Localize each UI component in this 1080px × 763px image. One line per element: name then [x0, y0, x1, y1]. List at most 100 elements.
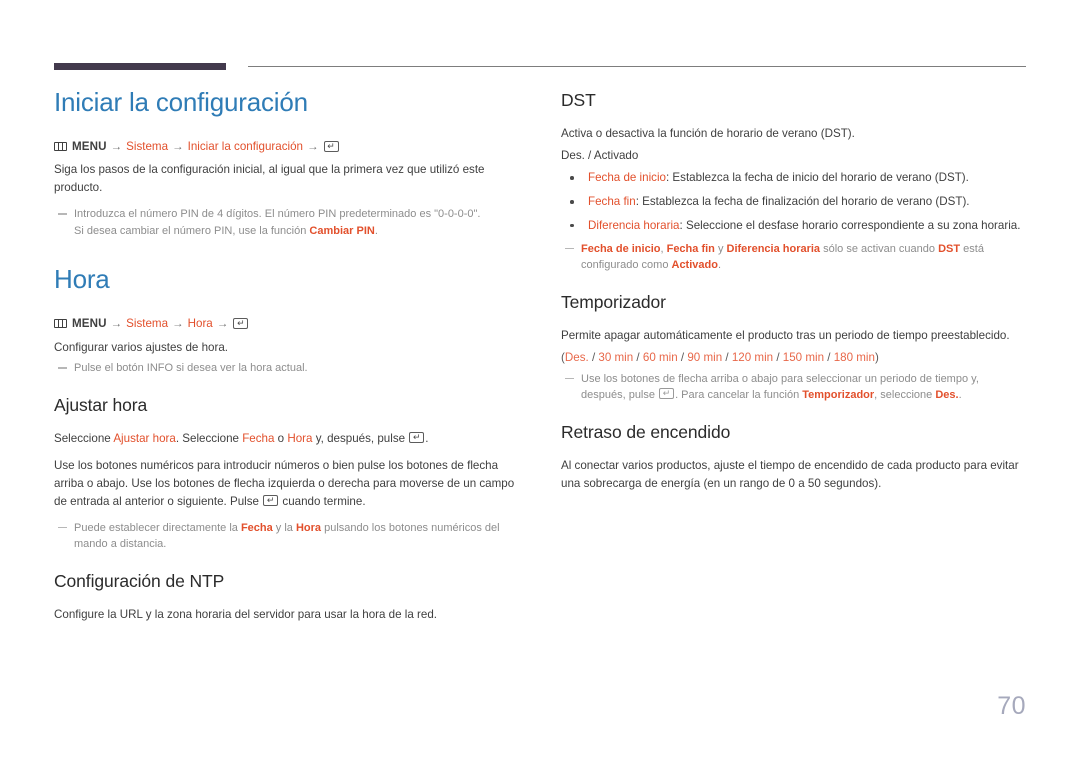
section-dst: DST Activa o desactiva la función de hor…: [561, 90, 1026, 274]
note-sep-5: .: [717, 259, 722, 272]
page-title: Iniciar la configuración: [54, 87, 308, 117]
note-pin: Introduzca el número PIN de 4 dígitos. E…: [54, 206, 519, 239]
path-segment-hora: Hora: [187, 317, 213, 331]
option-90min: 90 min: [687, 350, 723, 364]
option-180min: 180 min: [833, 350, 875, 364]
note-pin-line2-pre: Si desea cambiar el número PIN, use la f…: [74, 224, 310, 237]
dst-bullet-list: Fecha de inicio: Establezca la fecha de …: [561, 169, 1026, 235]
page-number: 70: [997, 692, 1026, 720]
note-text-b: . Para cancelar la función: [675, 389, 803, 402]
note-text-d: .: [958, 389, 962, 402]
note-text-b: y la: [272, 521, 296, 534]
note-term-activado: Activado: [671, 259, 718, 272]
note-link-hora: Hora: [295, 521, 322, 534]
note-text-c: , seleccione: [874, 389, 936, 402]
note-ajustar-hora: Puede establecer directamente la Fecha y…: [54, 520, 519, 553]
enter-key-icon: ↵: [323, 141, 339, 153]
note-term-fecha-fin: Fecha fin: [666, 242, 715, 255]
menu-path-hora: MENU → Sistema → Hora → ↵: [54, 315, 519, 332]
enter-key-icon: ↵: [659, 388, 675, 400]
note-term-fecha-inicio: Fecha de inicio: [581, 242, 661, 255]
note-term-dst: DST: [938, 242, 961, 255]
paragraph-ajustar-2: Use los botones numéricos para introduci…: [54, 457, 519, 511]
paren-close: ): [874, 350, 879, 364]
text-c: o: [274, 431, 288, 445]
option-sep: /: [677, 350, 688, 364]
header-thin-rule: [248, 66, 1026, 67]
paragraph-retraso-body: Al conectar varios productos, ajuste el …: [561, 458, 1019, 490]
option-sep: /: [633, 350, 643, 364]
option-sep: /: [824, 350, 834, 364]
option-120min: 120 min: [731, 350, 774, 364]
header-accent-bar: [54, 63, 226, 70]
page-content: Iniciar la configuración MENU → Sistema …: [54, 87, 1026, 642]
note-link-temporizador: Temporizador: [802, 389, 875, 402]
note-temporizador: Use los botones de flecha arriba o abajo…: [561, 371, 1026, 404]
dst-options: Des. / Activado: [561, 148, 639, 162]
list-item: Fecha de inicio: Establezca la fecha de …: [561, 169, 1026, 187]
section-ajustar-hora: Ajustar hora Seleccione Ajustar hora. Se…: [54, 395, 519, 553]
option-des: Des.: [564, 350, 589, 364]
enter-key-icon: ↵: [409, 431, 425, 443]
arrow-icon: →: [216, 317, 229, 331]
section-retraso-encendido: Retraso de encendido Al conectar varios …: [561, 422, 1026, 493]
note-pin-line2-post: .: [374, 224, 378, 237]
text-b: cuando termine.: [279, 494, 366, 508]
enter-key-icon: ↵: [233, 318, 249, 330]
text-a: Seleccione: [54, 431, 114, 445]
paragraph-dst-body: Activa o desactiva la función de horario…: [561, 127, 855, 140]
menu-label: MENU: [72, 317, 107, 331]
header-rules: [54, 63, 1026, 73]
section-iniciar-configuracion: Iniciar la configuración MENU → Sistema …: [54, 87, 519, 239]
bullet-term: Diferencia horaria: [588, 218, 680, 232]
note-sep-3: sólo se activan cuando: [820, 242, 939, 255]
section-title-ntp: Configuración de NTP: [54, 570, 225, 591]
path-segment-iniciar: Iniciar la configuración: [187, 139, 303, 153]
list-item: Fecha fin: Establezca la fecha de finali…: [561, 193, 1026, 211]
text-e: .: [425, 431, 429, 445]
bullet-desc: : Establezca la fecha de finalización de…: [635, 194, 970, 208]
note-link-des: Des.: [935, 389, 959, 402]
left-column: Iniciar la configuración MENU → Sistema …: [54, 87, 519, 642]
paragraph-iniciar-body: Siga los pasos de la configuración inici…: [54, 163, 485, 195]
section-title-dst: DST: [561, 90, 596, 110]
temporizador-options: (Des. / 30 min / 60 min / 90 min / 120 m…: [561, 349, 1026, 367]
section-title-ajustar-hora: Ajustar hora: [54, 394, 148, 415]
section-title-hora: Hora: [54, 264, 110, 295]
option-sep: /: [588, 350, 599, 364]
note-pin-link-cambiar: Cambiar PIN: [309, 224, 375, 237]
section-configuracion-ntp: Configuración de NTP Configure la URL y …: [54, 571, 519, 624]
option-30min: 30 min: [598, 350, 634, 364]
paragraph-ntp-body: Configure la URL y la zona horaria del s…: [54, 607, 438, 621]
arrow-icon: →: [306, 139, 319, 153]
option-150min: 150 min: [782, 350, 825, 364]
option-60min: 60 min: [642, 350, 678, 364]
arrow-icon: →: [172, 317, 184, 331]
note-text-a: Puede establecer directamente la: [74, 521, 241, 534]
note-pin-line1: Introduzca el número PIN de 4 dígitos. E…: [74, 208, 481, 221]
bullet-desc: : Establezca la fecha de inicio del hora…: [665, 170, 969, 184]
arrow-icon: →: [110, 139, 123, 153]
enter-key-icon: ↵: [263, 494, 279, 506]
arrow-icon: →: [172, 139, 184, 153]
arrow-icon: →: [110, 317, 123, 331]
bullet-term: Fecha fin: [588, 194, 636, 208]
note-sep-2: y: [714, 242, 727, 255]
menu-label: MENU: [72, 139, 107, 153]
link-fecha: Fecha: [242, 431, 275, 445]
note-dst: Fecha de inicio, Fecha fin y Diferencia …: [561, 241, 1026, 274]
right-column: DST Activa o desactiva la función de hor…: [561, 88, 1026, 642]
bullet-desc: : Seleccione el desfase horario correspo…: [679, 218, 1021, 232]
note-term-diferencia: Diferencia horaria: [726, 242, 821, 255]
link-ajustar-hora: Ajustar hora: [113, 431, 176, 445]
section-title-retraso: Retraso de encendido: [561, 421, 731, 442]
paragraph-hora-body: Configurar varios ajustes de hora.: [54, 340, 228, 354]
section-hora: Hora MENU → Sistema → Hora → ↵ Configura…: [54, 264, 519, 377]
note-link-fecha: Fecha: [240, 521, 273, 534]
path-segment-sistema: Sistema: [126, 139, 169, 153]
menu-grid-icon: [54, 319, 67, 329]
option-sep: /: [722, 350, 732, 364]
list-item: Diferencia horaria: Seleccione el desfas…: [561, 217, 1026, 235]
section-temporizador: Temporizador Permite apagar automáticame…: [561, 292, 1026, 404]
paragraph-temporizador-body: Permite apagar automáticamente el produc…: [561, 328, 1010, 342]
